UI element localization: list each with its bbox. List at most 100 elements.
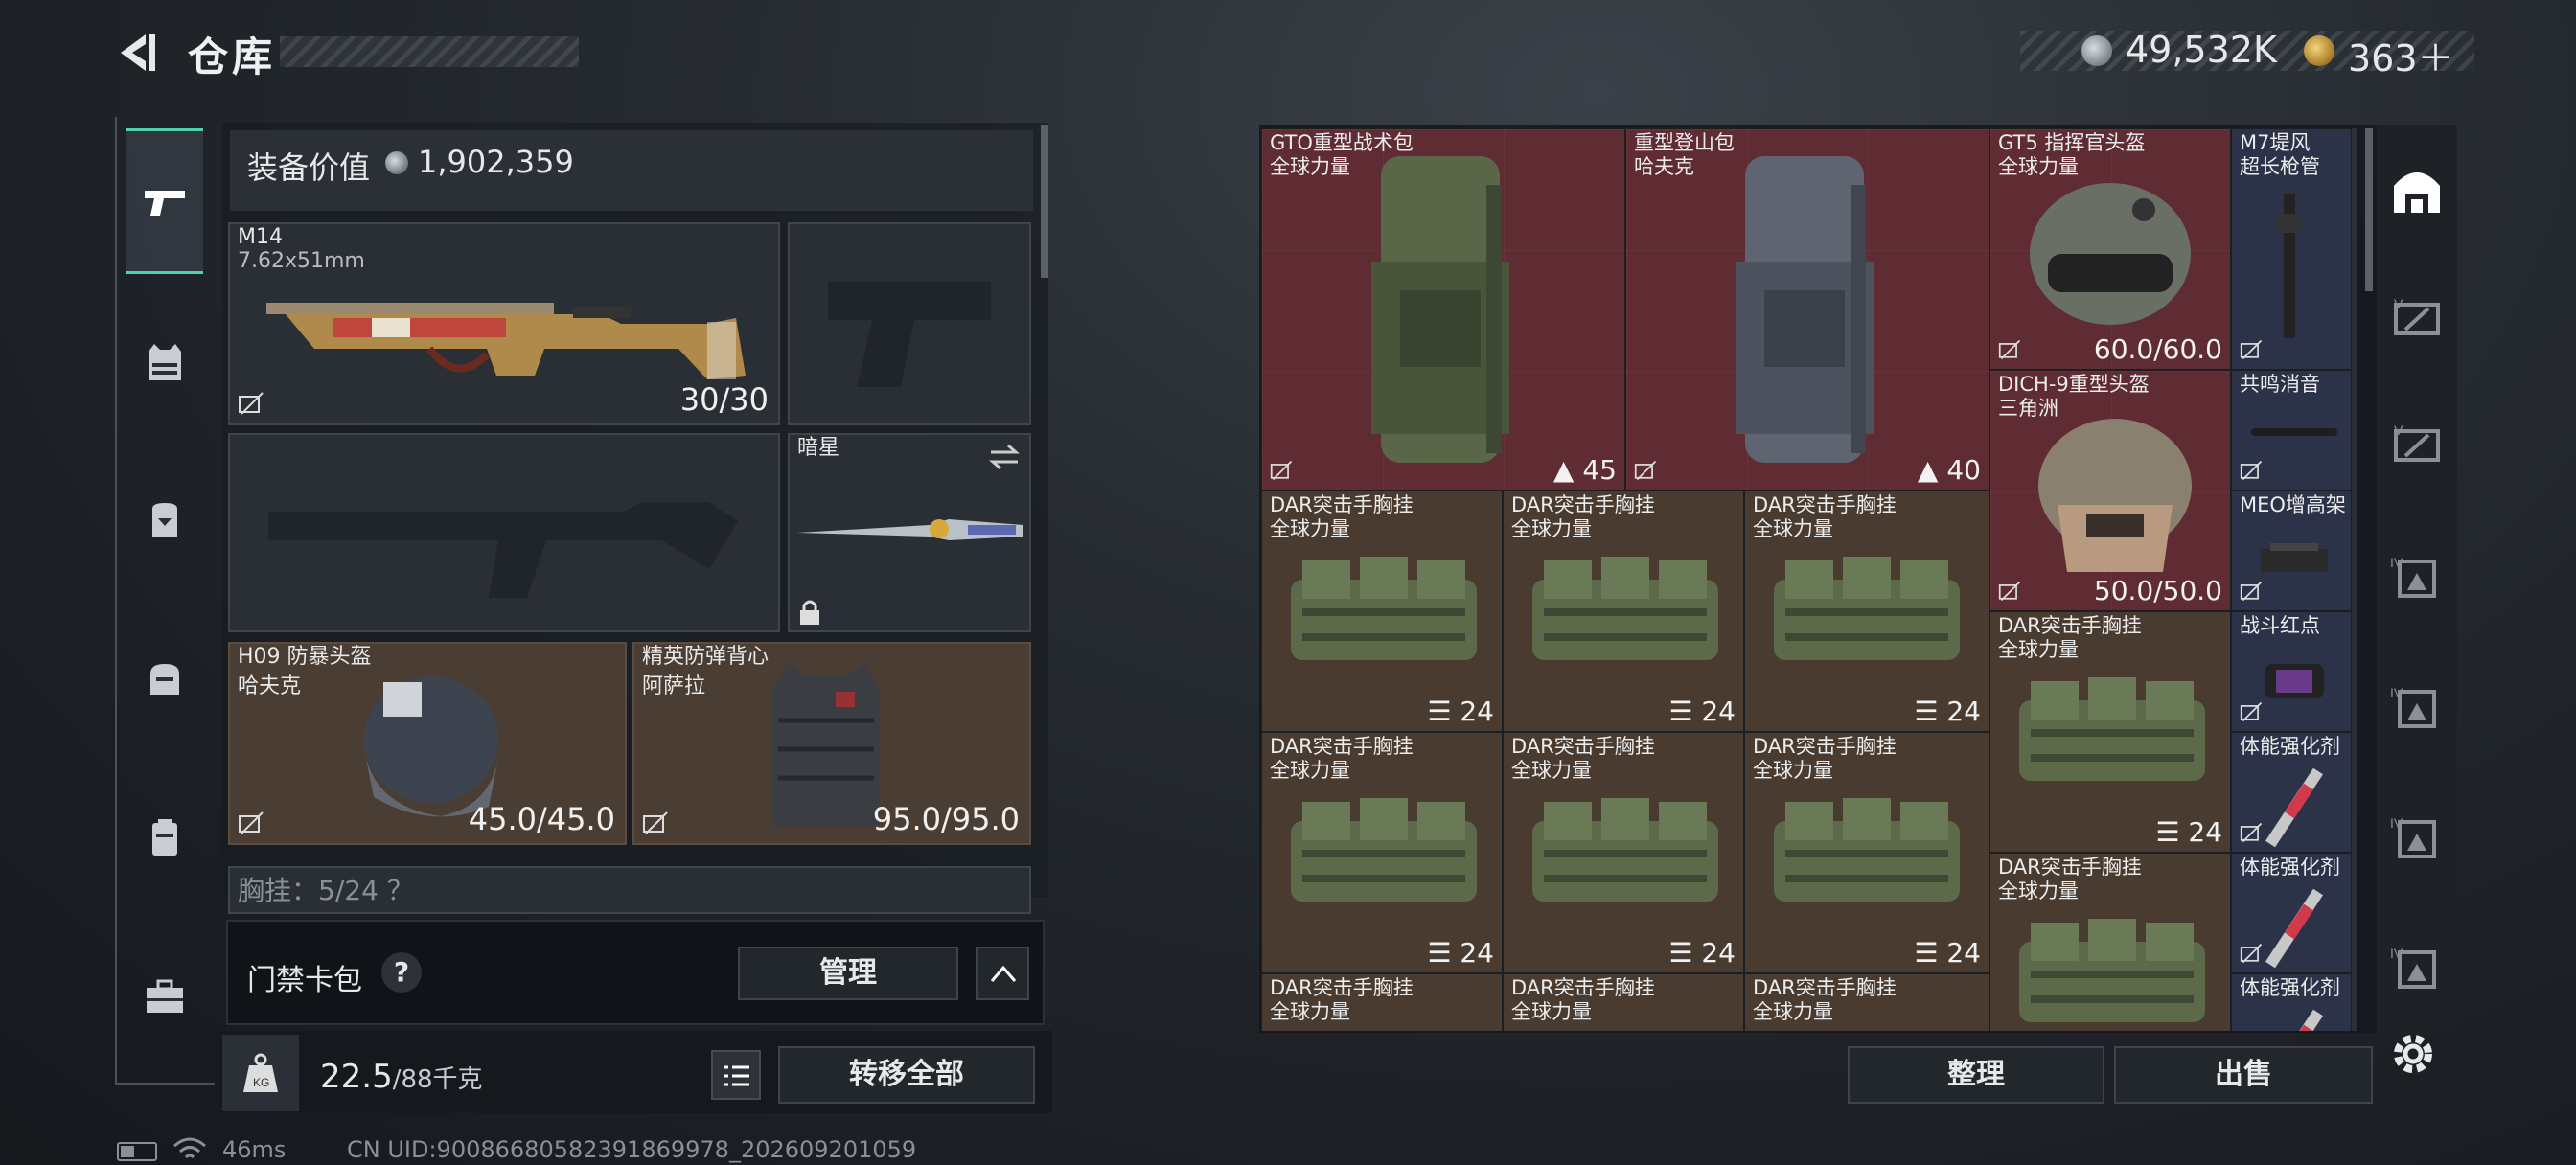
grid-item-barrel[interactable]: M7堤风 超长枪管 <box>2231 128 2352 370</box>
tab-storage-6[interactable]: IV <box>2380 803 2453 876</box>
item-maker: 全球力量 <box>1511 759 1592 782</box>
pistol-icon <box>145 191 185 216</box>
mount-image <box>2261 543 2328 572</box>
sell-button[interactable]: 出售 <box>2114 1046 2373 1104</box>
grid-item-chest-rig[interactable]: DAR突击手胸挂 全球力量 ☰ 24 <box>1503 491 1744 732</box>
grid-item-chest-rig[interactable]: DAR突击手胸挂 全球力量 <box>1503 973 1744 1031</box>
item-maker: 全球力量 <box>1753 1000 1833 1023</box>
gear-icon[interactable] <box>2386 1027 2440 1081</box>
secondary-rifle-slot-empty[interactable] <box>228 433 780 632</box>
helmet-image <box>2030 183 2191 325</box>
backpack-icon <box>152 503 177 537</box>
item-maker: 全球力量 <box>1998 879 2079 902</box>
swap-icon[interactable] <box>987 443 1022 471</box>
syringe-image <box>2299 1009 2324 1031</box>
helmet-durability: 45.0/45.0 <box>468 801 615 837</box>
expand-button[interactable] <box>976 947 1029 1000</box>
grid-item-chest-rig[interactable]: DAR突击手胸挂 全球力量 ☰ 24 <box>1744 732 1990 973</box>
backpack-image <box>1371 156 1509 463</box>
grid-item-chest-rig[interactable]: DAR突击手胸挂 全球力量 <box>1990 853 2231 1031</box>
case-icon <box>152 819 177 856</box>
nav-weapons[interactable] <box>126 128 203 274</box>
nav-armor[interactable] <box>126 324 203 400</box>
weight-icon: KG <box>222 1035 299 1111</box>
grid-item-chest-rig[interactable]: DAR突击手胸挂 全球力量 ☰ 24 <box>1261 491 1503 732</box>
red-dot-image <box>2265 664 2324 698</box>
grid-item-chest-rig[interactable]: DAR突击手胸挂 全球力量 ☰ 24 <box>1744 491 1990 732</box>
no-insure-icon <box>1998 581 2021 602</box>
barrel-image <box>2278 194 2301 338</box>
gold-balance[interactable]: 363＋ <box>2348 29 2454 81</box>
tab-all-storage[interactable] <box>2380 153 2453 226</box>
armor-vest-image <box>772 663 880 826</box>
svg-text:V: V <box>2394 296 2404 311</box>
nav-toolbox[interactable] <box>126 958 203 1035</box>
list-view-button[interactable] <box>711 1050 761 1100</box>
no-insure-icon <box>2240 822 2263 843</box>
grid-item-red-dot[interactable]: 战斗红点 <box>2231 611 2352 732</box>
item-capacity: ☰ 24 <box>1668 937 1736 969</box>
grid-item-helmet[interactable]: GT5 指挥官头盔 全球力量 60.0/60.0 <box>1990 128 2231 370</box>
helmet-maker: 哈夫克 <box>238 674 302 698</box>
item-maker: 全球力量 <box>1270 759 1350 782</box>
grid-item-mount[interactable]: MEO增高架 <box>2231 491 2352 611</box>
tab-storage-4[interactable]: IV <box>2380 542 2453 615</box>
tab-storage-3[interactable]: V <box>2380 408 2453 481</box>
secondary-weapon-slot-empty[interactable] <box>788 222 1031 425</box>
item-maker: 全球力量 <box>1753 517 1833 540</box>
grid-item-suppressor[interactable]: 共鸣消音 <box>2231 370 2352 491</box>
grid-item-chest-rig[interactable]: DAR突击手胸挂 全球力量 ☰ 24 <box>1261 732 1503 973</box>
tab-storage-7[interactable]: IV <box>2380 933 2453 1006</box>
grid-item-helmet[interactable]: DICH-9重型头盔 三角洲 50.0/50.0 <box>1990 370 2231 611</box>
scrollbar[interactable] <box>2365 128 2373 291</box>
equipment-value-label: 装备价值 <box>247 149 371 186</box>
tab-storage-2[interactable]: V <box>2380 282 2453 354</box>
scrollbar[interactable] <box>1041 125 1048 278</box>
sort-button[interactable]: 整理 <box>1848 1046 2104 1104</box>
nav-pouch[interactable] <box>126 640 203 717</box>
backpack-image <box>1736 156 1874 463</box>
help-icon[interactable]: ? <box>381 952 422 993</box>
primary-weapon-slot[interactable]: M14 7.62x51mm 30/30 <box>228 222 780 425</box>
item-capacity: ☰ 24 <box>1668 696 1736 727</box>
melee-slot[interactable]: 暗星 <box>788 433 1031 632</box>
syringe-image <box>2265 767 2324 848</box>
nav-container[interactable] <box>126 799 203 876</box>
grid-item-stimulant[interactable]: 体能强化剂 <box>2231 732 2352 853</box>
helmet-slot[interactable]: H09 防暴头盔 哈夫克 45.0/45.0 <box>228 642 627 845</box>
melee-name: 暗星 <box>797 436 840 460</box>
grid-item-chest-rig[interactable]: DAR突击手胸挂 全球力量 <box>1744 973 1990 1031</box>
nav-backpack[interactable] <box>126 481 203 558</box>
chest-rig-image <box>1774 798 1960 902</box>
transfer-all-button[interactable]: 转移全部 <box>778 1046 1035 1104</box>
toolbox-icon <box>147 979 183 1013</box>
gold-coin-icon <box>2304 35 2334 66</box>
grid-item-backpack[interactable]: GTO重型战术包 全球力量 ▲ 45 <box>1261 128 1625 491</box>
grid-item-stimulant[interactable]: 体能强化剂 <box>2231 853 2352 973</box>
title-decoration <box>280 36 579 67</box>
armor-slot[interactable]: 精英防弹背心 阿萨拉 95.0/95.0 <box>632 642 1031 845</box>
grid-item-backpack[interactable]: 重型登山包 哈夫克 ▲ 40 <box>1625 128 1990 491</box>
item-name-2: 超长枪管 <box>2240 155 2320 178</box>
item-durability: 50.0/50.0 <box>2093 575 2222 606</box>
battery-icon <box>117 1142 157 1161</box>
tab-storage-5[interactable]: IV <box>2380 673 2453 745</box>
chevron-up-icon <box>990 965 1017 982</box>
item-maker: 哈夫克 <box>1634 155 1694 178</box>
no-insure-icon <box>1998 339 2021 360</box>
grid-item-chest-rig[interactable]: DAR突击手胸挂 全球力量 ☰ 24 <box>1503 732 1744 973</box>
manage-button[interactable]: 管理 <box>738 947 958 1000</box>
back-arrow-icon[interactable] <box>113 29 161 77</box>
storage-v-icon: V <box>2394 296 2440 335</box>
equipment-value: 1,902,359 <box>418 144 574 180</box>
storage-v-icon: V <box>2394 423 2440 462</box>
item-name: 体能强化剂 <box>2240 735 2340 758</box>
chest-rig-slot[interactable]: 胸挂：5/24 ？ <box>228 866 1031 914</box>
item-name: GT5 指挥官头盔 <box>1998 131 2146 154</box>
grid-item-chest-rig[interactable]: DAR突击手胸挂 全球力量 <box>1261 973 1503 1031</box>
storage-grid: GTO重型战术包 全球力量 ▲ 45 重型登山包 哈夫克 ▲ 40 GT5 指挥… <box>1261 128 2358 1031</box>
weapon-name: M14 <box>238 225 283 249</box>
item-name: DAR突击手胸挂 <box>1511 735 1655 758</box>
grid-item-chest-rig[interactable]: DAR突击手胸挂 全球力量 ☰ 24 <box>1990 611 2231 853</box>
grid-item-stimulant[interactable]: 体能强化剂 <box>2231 973 2352 1031</box>
